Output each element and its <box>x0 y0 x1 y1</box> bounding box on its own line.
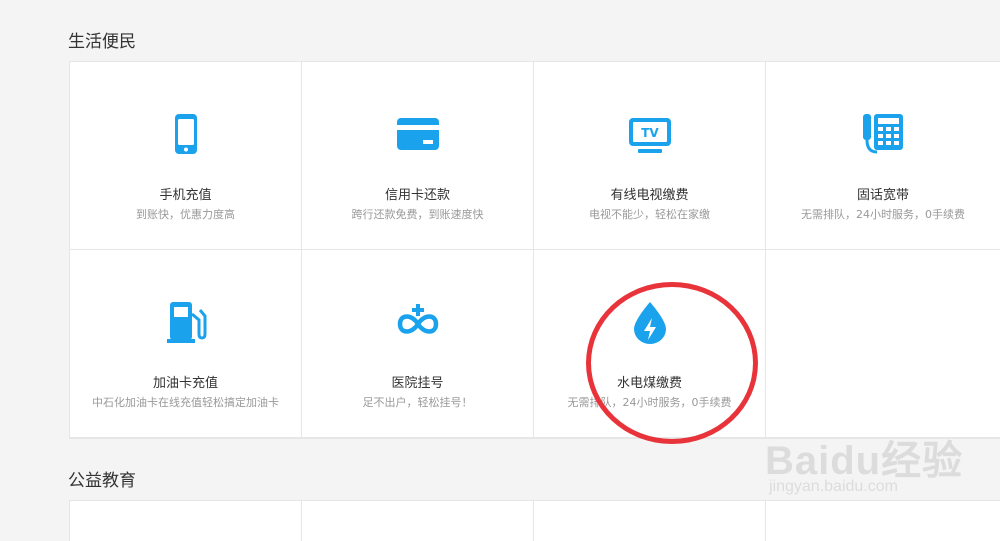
life-services-grid: 手机充值 到账快，优惠力度高 信用卡还款 跨行还款免费，到账速度快 TV 有线电… <box>69 61 1000 439</box>
service-desc: 足不出户，轻松挂号！ <box>362 396 473 409</box>
service-desc: 中石化加油卡在线充值轻松搞定加油卡 <box>92 396 279 409</box>
service-name: 手机充值 <box>159 188 212 203</box>
utility-drop-icon <box>628 300 672 344</box>
edu-cell[interactable] <box>70 501 302 541</box>
service-desc: 到账快，优惠力度高 <box>136 208 235 221</box>
svg-text:TV: TV <box>641 126 659 140</box>
section-title-charity-education: 公益教育 <box>68 471 136 491</box>
service-name: 有线电视缴费 <box>610 188 689 203</box>
service-desc: 无需排队，24小时服务，0手续费 <box>801 208 965 221</box>
service-credit-card[interactable]: 信用卡还款 跨行还款免费，到账速度快 <box>302 62 534 250</box>
watermark-url: jingyan.baidu.com <box>769 478 898 495</box>
section-title-life: 生活便民 <box>68 32 136 52</box>
service-mobile-topup[interactable]: 手机充值 到账快，优惠力度高 <box>70 62 302 250</box>
service-desc: 电视不能少，轻松在家缴 <box>589 208 710 221</box>
service-utilities[interactable]: 水电煤缴费 无需排队，24小时服务，0手续费 <box>534 250 766 438</box>
phone-icon <box>164 112 208 156</box>
service-desc: 跨行还款免费，到账速度快 <box>351 208 484 221</box>
tv-icon: TV <box>628 112 672 156</box>
service-name: 加油卡充值 <box>152 376 218 391</box>
edu-cell[interactable] <box>534 501 766 541</box>
service-name: 信用卡还款 <box>384 188 450 203</box>
service-name: 固话宽带 <box>856 188 909 203</box>
telephone-icon <box>861 112 905 156</box>
service-desc: 无需排队，24小时服务，0手续费 <box>567 396 732 409</box>
service-landline-broadband[interactable]: 固话宽带 无需排队，24小时服务，0手续费 <box>766 62 1000 250</box>
service-hospital-registration[interactable]: 医院挂号 足不出户，轻松挂号！ <box>302 250 534 438</box>
service-fuel-card[interactable]: 加油卡充值 中石化加油卡在线充值轻松搞定加油卡 <box>70 250 302 438</box>
service-name: 医院挂号 <box>391 376 444 391</box>
edu-cell[interactable] <box>766 501 1000 541</box>
service-name: 水电煤缴费 <box>616 376 682 391</box>
baidu-jingyan-watermark: Baidu经验 jingyan.baidu.com <box>765 416 995 506</box>
credit-card-icon <box>396 112 440 156</box>
service-cable-tv[interactable]: TV 有线电视缴费 电视不能少，轻松在家缴 <box>534 62 766 250</box>
hospital-icon <box>396 300 440 344</box>
empty-cell <box>766 250 1000 438</box>
edu-cell[interactable] <box>302 501 534 541</box>
fuel-pump-icon <box>164 300 208 344</box>
